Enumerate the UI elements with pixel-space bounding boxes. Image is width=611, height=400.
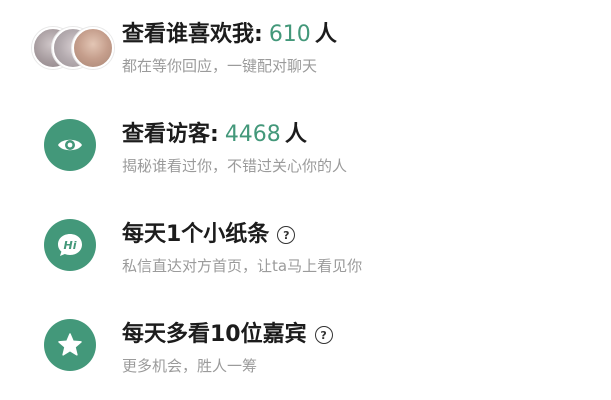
benefit-subtitle: 揭秘谁看过你，不错过关心你的人: [122, 157, 348, 175]
count-unit: 人: [284, 122, 307, 147]
title-label: 查看谁喜欢我:: [122, 22, 263, 47]
vip-benefits-list: 查看谁喜欢我: 610 人 都在等你回应，一键配对聊天 查看访客: 4468 人: [0, 0, 611, 400]
avatar: [72, 27, 114, 69]
benefit-daily-note[interactable]: Hi 每天1个小纸条 ? 私信直达对方首页，让ta马上看见你: [0, 200, 611, 290]
benefit-subtitle: 都在等你回应，一键配对聊天: [122, 57, 318, 75]
benefit-subtitle: 私信直达对方首页，让ta马上看见你: [122, 257, 363, 275]
help-icon[interactable]: ?: [277, 226, 296, 244]
benefit-text: 查看谁喜欢我: 610 人 都在等你回应，一键配对聊天: [122, 20, 592, 76]
likes-count: 610: [268, 22, 311, 47]
benefit-text: 每天1个小纸条 ? 私信直达对方首页，让ta马上看见你: [122, 220, 592, 276]
benefit-title: 查看访客: 4468 人: [122, 120, 592, 150]
benefit-subtitle: 更多机会，胜人一筹: [122, 357, 258, 375]
benefit-visitors[interactable]: 查看访客: 4468 人 揭秘谁看过你，不错过关心你的人: [0, 100, 611, 190]
star-icon: [44, 319, 96, 371]
benefit-who-likes-me[interactable]: 查看谁喜欢我: 610 人 都在等你回应，一键配对聊天: [0, 0, 611, 90]
svg-text:Hi: Hi: [64, 239, 77, 252]
count-unit: 人: [314, 22, 337, 47]
benefit-title: 每天1个小纸条 ?: [122, 220, 592, 250]
title-label: 每天1个小纸条: [122, 222, 270, 247]
eye-icon: [44, 119, 96, 171]
visitors-count: 4468: [224, 122, 281, 147]
avatar-stack: [32, 27, 114, 69]
help-icon[interactable]: ?: [314, 326, 333, 344]
hi-chat-icon: Hi: [44, 219, 96, 271]
benefit-text: 每天多看10位嘉宾 ? 更多机会，胜人一筹: [122, 320, 592, 376]
title-label: 查看访客:: [122, 122, 219, 147]
benefit-more-guests[interactable]: 每天多看10位嘉宾 ? 更多机会，胜人一筹: [0, 300, 611, 390]
benefit-title: 查看谁喜欢我: 610 人: [122, 20, 592, 50]
benefit-text: 查看访客: 4468 人 揭秘谁看过你，不错过关心你的人: [122, 120, 592, 176]
benefit-title: 每天多看10位嘉宾 ?: [122, 320, 592, 350]
title-label: 每天多看10位嘉宾: [122, 322, 307, 347]
